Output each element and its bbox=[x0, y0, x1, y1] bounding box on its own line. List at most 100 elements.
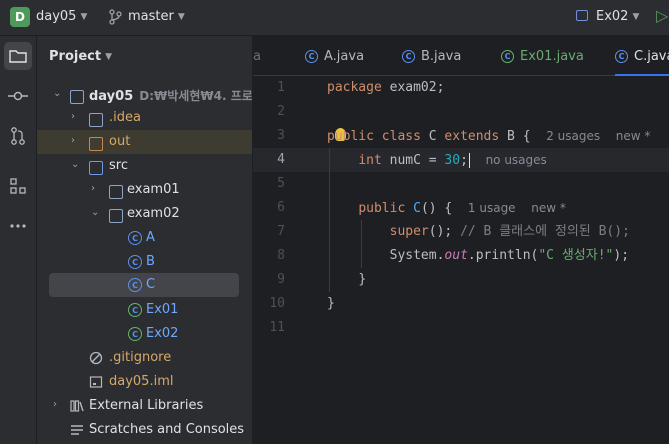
tree-item-src[interactable]: ⌄ src bbox=[37, 154, 252, 178]
module-icon bbox=[70, 90, 84, 104]
line-number: 1 bbox=[277, 80, 285, 95]
commit-tool-button[interactable] bbox=[4, 82, 32, 110]
usages-hint[interactable]: no usages bbox=[486, 153, 547, 167]
chevron-down-icon: ▼ bbox=[105, 52, 112, 62]
tree-item-external-libraries[interactable]: › External Libraries bbox=[37, 394, 252, 418]
keyword: class bbox=[381, 129, 421, 144]
line-number: 7 bbox=[277, 224, 285, 239]
tree-item-A[interactable]: C A bbox=[37, 226, 252, 250]
code-editor[interactable]: 1 2 3 4 5 6 7 8 9 10 11 package exam02; … bbox=[253, 76, 669, 444]
code-text: exam02; bbox=[381, 80, 445, 95]
git-branch-icon bbox=[109, 9, 122, 25]
field-name: numC bbox=[389, 153, 421, 168]
tab-B-java[interactable]: C B.java bbox=[402, 36, 461, 76]
chevron-right-icon[interactable]: › bbox=[53, 399, 63, 410]
author-hint[interactable]: new * bbox=[531, 201, 566, 215]
line-number: 5 bbox=[277, 176, 285, 191]
tab-partial[interactable]: a bbox=[253, 36, 261, 76]
source-folder-icon bbox=[89, 161, 103, 175]
chevron-down-icon[interactable]: ⌄ bbox=[91, 207, 101, 218]
class-icon: C bbox=[615, 49, 628, 63]
tree-item-iml[interactable]: day05.iml bbox=[37, 370, 252, 394]
branch-selector[interactable]: master ▼ bbox=[128, 9, 185, 24]
chevron-right-icon[interactable]: › bbox=[71, 111, 81, 122]
tree-item-B[interactable]: C B bbox=[37, 250, 252, 274]
project-selector[interactable]: day05 ▼ bbox=[36, 9, 87, 24]
code-line-4: int numC = 30; no usages bbox=[327, 148, 547, 172]
tab-label: Ex01.java bbox=[520, 48, 584, 64]
line-number: 10 bbox=[269, 296, 285, 311]
tree-item-exam02[interactable]: ⌄ exam02 bbox=[37, 202, 252, 226]
tab-Ex01-java[interactable]: C Ex01.java bbox=[501, 36, 584, 76]
more-tools-button[interactable] bbox=[4, 212, 32, 240]
line-number: 11 bbox=[269, 320, 285, 335]
code-line-3: public class C extends B { 2 usages new … bbox=[327, 124, 650, 148]
code-line-1: package exam02; bbox=[327, 76, 444, 100]
tree-item-label: C bbox=[146, 277, 156, 292]
project-panel-header[interactable]: Project ▼ bbox=[49, 49, 112, 64]
keyword: public bbox=[358, 201, 406, 216]
ignore-file-icon bbox=[89, 351, 103, 365]
pull-requests-tool-button[interactable] bbox=[4, 122, 32, 150]
keyword: int bbox=[358, 153, 382, 168]
tree-item-Ex02[interactable]: C Ex02 bbox=[37, 322, 252, 346]
title-bar: D day05 ▼ master ▼ Ex02 ▼ ▷ bbox=[0, 0, 669, 36]
class-icon: C bbox=[128, 278, 142, 292]
folder-icon bbox=[9, 50, 27, 63]
project-badge[interactable]: D bbox=[10, 7, 30, 27]
project-panel: Project ▼ ⌄ day05 D:₩박세현₩4. 프로그 › .idea › … bbox=[37, 36, 253, 444]
tree-item-day05[interactable]: ⌄ day05 D:₩박세현₩4. 프로그 bbox=[37, 83, 252, 107]
code-text: ; bbox=[460, 153, 468, 168]
author-hint[interactable]: new * bbox=[616, 129, 651, 143]
tab-label: C.java bbox=[634, 48, 669, 64]
tree-item-label: Ex01 bbox=[146, 302, 179, 317]
tree-item-exam01[interactable]: › exam01 bbox=[37, 178, 252, 202]
runnable-class-icon: C bbox=[501, 49, 514, 63]
tree-item-label: B bbox=[146, 254, 155, 269]
constructor-name: C bbox=[413, 201, 421, 216]
code-line-10: } bbox=[327, 292, 335, 316]
code-text: (); bbox=[428, 224, 453, 239]
tree-item-label: Scratches and Consoles bbox=[89, 422, 245, 437]
commit-icon bbox=[8, 91, 28, 101]
tree-item-label: src bbox=[109, 158, 128, 173]
chevron-right-icon[interactable]: › bbox=[91, 183, 101, 194]
code-text: ); bbox=[613, 248, 630, 263]
code-text: () { bbox=[420, 201, 453, 216]
project-tool-button[interactable] bbox=[4, 42, 32, 70]
scratches-icon bbox=[71, 425, 83, 435]
package-icon bbox=[109, 209, 123, 223]
chevron-down-icon: ▼ bbox=[177, 12, 185, 22]
tree-item-scratches[interactable]: Scratches and Consoles bbox=[37, 418, 252, 442]
tab-label: B.java bbox=[421, 48, 462, 64]
keyword: extends bbox=[444, 129, 500, 144]
tab-A-java[interactable]: C A.java bbox=[305, 36, 364, 76]
chevron-down-icon[interactable]: ⌄ bbox=[71, 159, 81, 170]
folder-icon bbox=[89, 113, 103, 127]
tree-item-label: .idea bbox=[109, 110, 141, 125]
run-config-selector[interactable]: Ex02 ▼ bbox=[596, 9, 639, 24]
code-line-7: super(); // B 클래스에 정의된 B(); bbox=[327, 220, 630, 244]
tree-item-label: exam01 bbox=[127, 182, 180, 197]
tab-C-java[interactable]: C C.java bbox=[615, 36, 669, 76]
tree-item-C[interactable]: C C bbox=[49, 273, 239, 297]
tree-item-gitignore[interactable]: .gitignore bbox=[37, 346, 252, 370]
run-config-icon bbox=[576, 10, 588, 21]
text-cursor bbox=[468, 153, 470, 168]
class-icon: C bbox=[128, 231, 142, 245]
tree-item-Ex01[interactable]: C Ex01 bbox=[37, 298, 252, 322]
library-icon bbox=[70, 400, 84, 412]
run-icon[interactable]: ▷ bbox=[656, 6, 668, 25]
structure-tool-button[interactable] bbox=[4, 172, 32, 200]
tree-item-idea[interactable]: › .idea bbox=[37, 106, 252, 130]
usages-hint[interactable]: 1 usage bbox=[468, 201, 516, 215]
tree-item-out[interactable]: › out bbox=[37, 130, 252, 154]
structure-icon bbox=[10, 178, 26, 194]
chevron-right-icon[interactable]: › bbox=[71, 135, 81, 146]
string-literal: "C 생성자!" bbox=[538, 248, 614, 263]
chevron-down-icon[interactable]: ⌄ bbox=[53, 88, 63, 99]
line-number: 2 bbox=[277, 104, 285, 119]
keyword: public bbox=[327, 129, 374, 144]
usages-hint[interactable]: 2 usages bbox=[546, 129, 600, 143]
chevron-down-icon: ▼ bbox=[80, 12, 88, 22]
